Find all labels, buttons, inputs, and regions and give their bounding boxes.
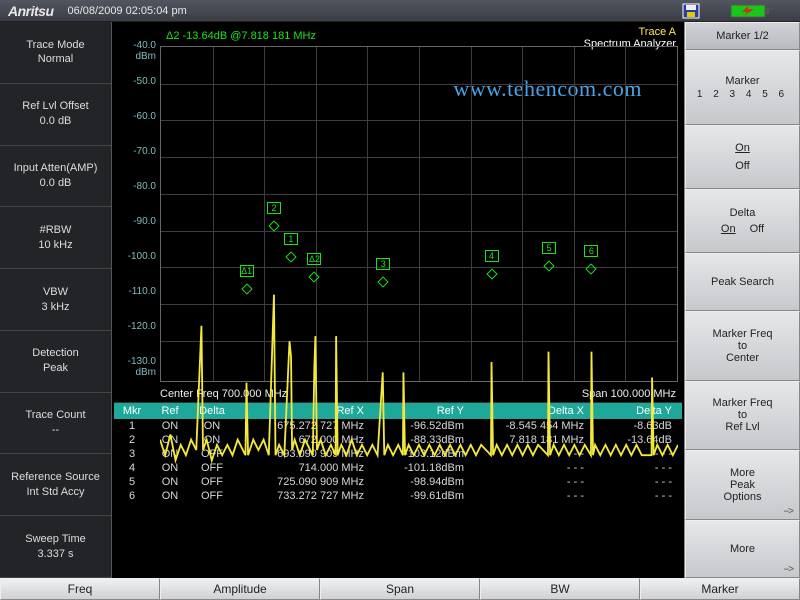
param-detection: DetectionPeak — [0, 331, 111, 393]
marker-label[interactable]: 2 — [267, 202, 281, 214]
softkey-marker-select[interactable]: Marker 1 2 3 4 5 6 — [685, 50, 800, 125]
param-input-atten: Input Atten(AMP)0.0 dB — [0, 146, 111, 208]
datetime: 06/08/2009 02:05:04 pm — [68, 5, 187, 17]
hardkey-amplitude[interactable]: Amplitude — [160, 578, 320, 600]
softkey-on-off[interactable]: On Off — [685, 125, 800, 189]
marker-label[interactable]: 6 — [584, 245, 598, 257]
hardkey-marker[interactable]: Marker — [640, 578, 800, 600]
marker-label[interactable]: 1 — [284, 233, 298, 245]
softkey-column: Marker 1/2 Marker 1 2 3 4 5 6 On Off Del… — [684, 22, 800, 578]
marker-label[interactable]: Δ1 — [240, 265, 254, 277]
param-rbw: #RBW10 kHz — [0, 207, 111, 269]
delta-readout: Δ2 -13.64dB @7.818 181 MHz — [166, 30, 316, 42]
softkey-marker-to-reflvl[interactable]: Marker FreqtoRef Lvl — [685, 381, 800, 451]
softkey-more-peak-options[interactable]: MorePeakOptions — [685, 450, 800, 520]
marker-label[interactable]: 4 — [485, 250, 499, 262]
softkey-peak-search[interactable]: Peak Search — [685, 253, 800, 311]
param-trace-mode: Trace ModeNormal — [0, 22, 111, 84]
param-ref-lvl-offset: Ref Lvl Offset0.0 dB — [0, 84, 111, 146]
softkey-title: Marker 1/2 — [685, 22, 800, 50]
y-tick: -40.0 dBm — [114, 40, 156, 62]
softkey-marker-to-center[interactable]: Marker FreqtoCenter — [685, 311, 800, 381]
brand-logo: Anritsu — [0, 3, 62, 19]
param-sweep-time: Sweep Time3.337 s — [0, 516, 111, 578]
softkey-more[interactable]: More — [685, 520, 800, 578]
hardkey-bw[interactable]: BW — [480, 578, 640, 600]
left-params: Trace ModeNormal Ref Lvl Offset0.0 dB In… — [0, 22, 112, 578]
bottom-hardkeys: Freq Amplitude Span BW Marker — [0, 578, 800, 600]
titlebar: Anritsu 06/08/2009 02:05:04 pm — [0, 0, 800, 22]
hardkey-freq[interactable]: Freq — [0, 578, 160, 600]
param-ref-source: Reference SourceInt Std Accy — [0, 454, 111, 516]
save-disk-icon[interactable] — [682, 3, 700, 19]
param-trace-count: Trace Count-- — [0, 393, 111, 455]
battery-icon — [730, 4, 770, 18]
marker-label[interactable]: 5 — [542, 242, 556, 254]
marker-label[interactable]: 3 — [376, 258, 390, 270]
hardkey-span[interactable]: Span — [320, 578, 480, 600]
trace-waveform — [160, 46, 678, 512]
marker-label[interactable]: Δ2 — [307, 253, 321, 265]
softkey-delta[interactable]: Delta OnOff — [685, 189, 800, 253]
spectrum-plot[interactable]: Trace A Spectrum Analyzer Δ2 -13.64dB @7… — [114, 26, 682, 386]
param-vbw: VBW3 kHz — [0, 269, 111, 331]
